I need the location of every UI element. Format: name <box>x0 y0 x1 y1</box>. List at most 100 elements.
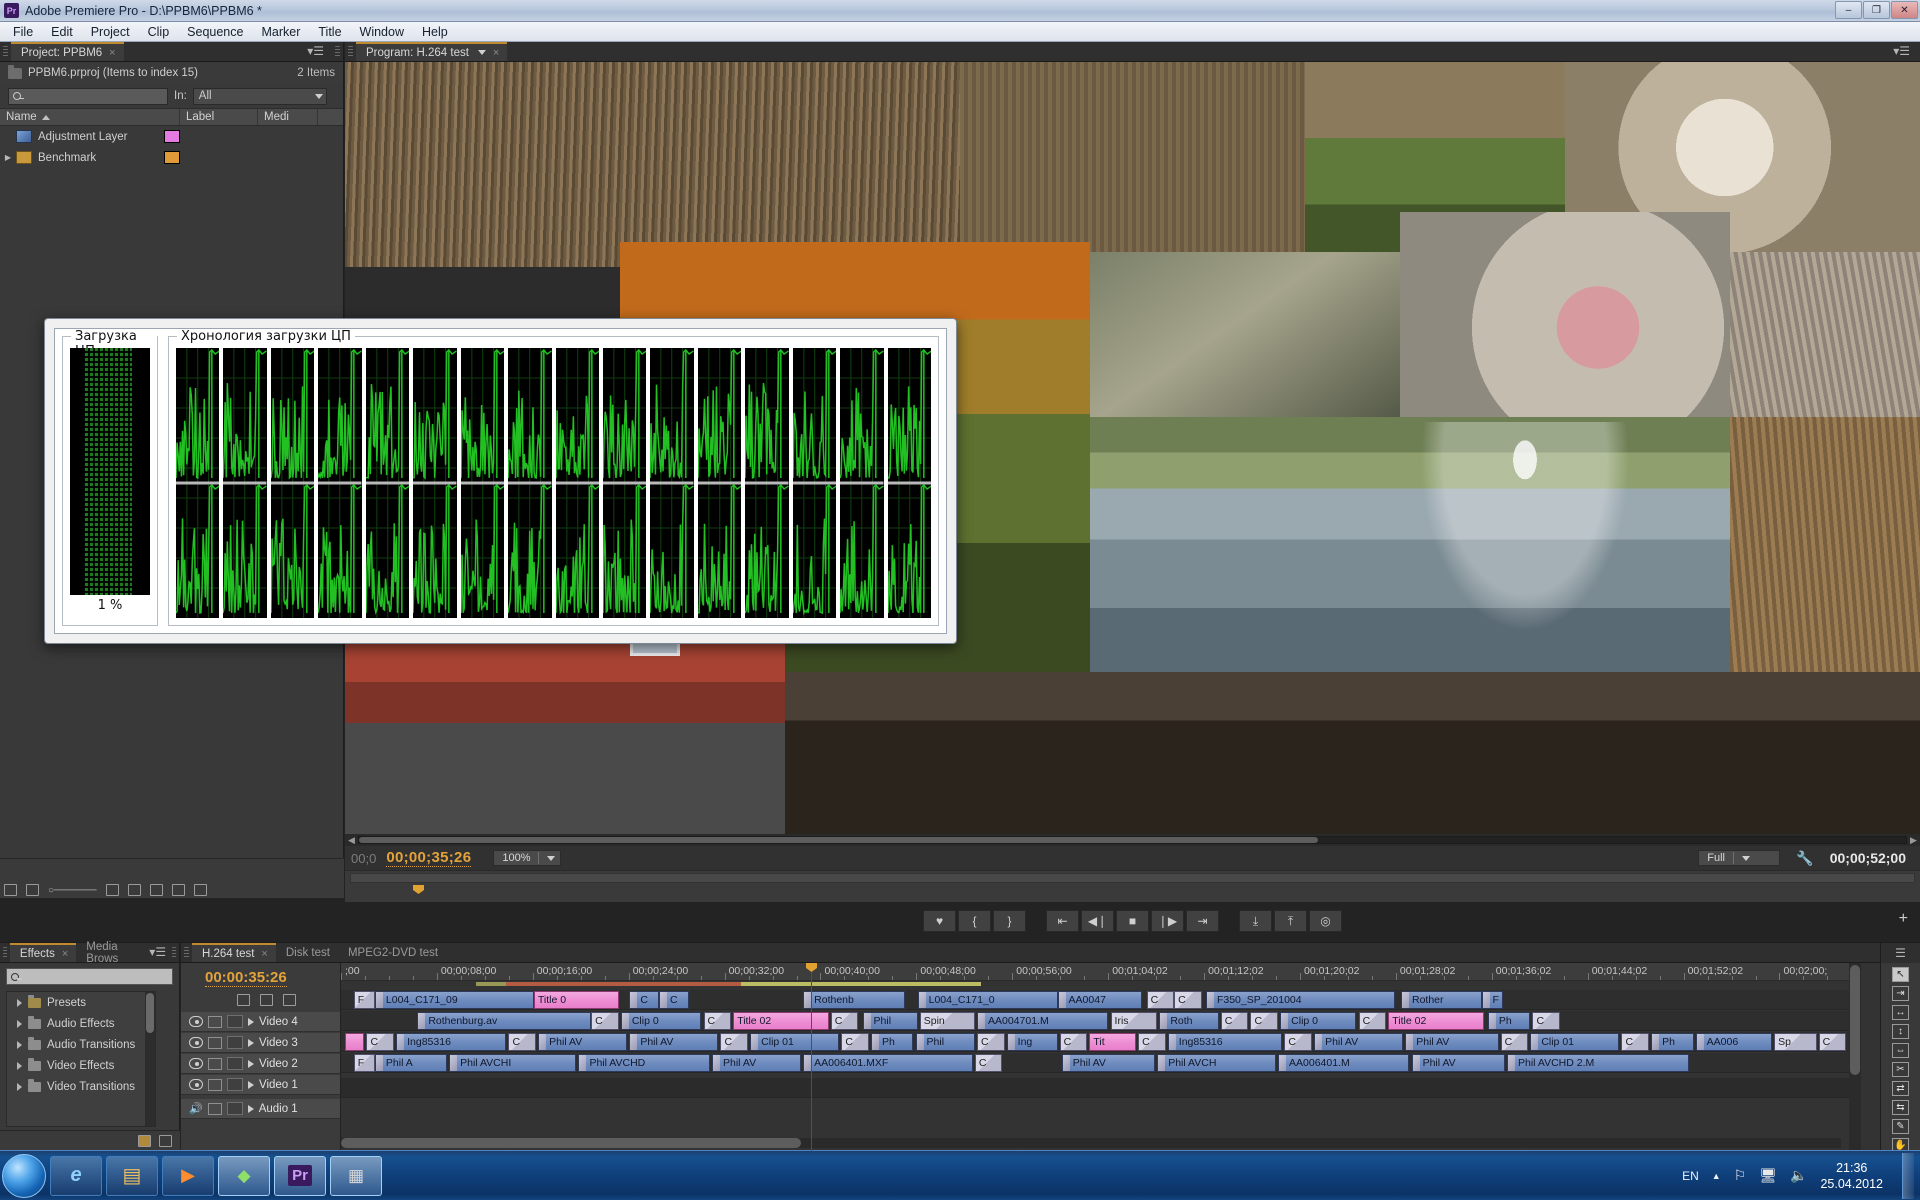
timeline-clip[interactable]: Phil AVCHD 2.M <box>1507 1054 1689 1072</box>
clock[interactable]: 21:36 25.04.2012 <box>1820 1160 1883 1192</box>
timeline-clip[interactable]: L004_C171_0 <box>918 991 1058 1009</box>
timeline-clip[interactable]: Sp <box>1774 1033 1816 1051</box>
clip-fade-handle[interactable] <box>1207 992 1214 1008</box>
chevron-down-icon[interactable] <box>478 50 486 55</box>
program-left-timecode[interactable]: 00;0 <box>351 851 376 866</box>
timeline-clip[interactable]: Title 02 <box>733 1012 828 1030</box>
ripple-edit-tool[interactable]: ↔ <box>1892 1005 1909 1020</box>
menu-item-edit[interactable]: Edit <box>42 23 82 41</box>
timeline-clip[interactable] <box>345 1033 364 1051</box>
close-icon[interactable]: × <box>261 948 267 960</box>
timeline-clip[interactable]: F <box>354 991 375 1009</box>
timeline-clip[interactable]: Ph <box>871 1033 913 1051</box>
speaker-icon[interactable]: 🔈 <box>1790 1167 1807 1184</box>
razor-tool[interactable]: ✂ <box>1892 1062 1909 1077</box>
sync-lock-toggle[interactable] <box>227 1057 243 1070</box>
scrollbar-thumb[interactable] <box>341 1138 801 1148</box>
program-current-timecode[interactable]: 00;00;35;26 <box>386 849 471 867</box>
panel-grip[interactable] <box>348 46 353 57</box>
disclosure-triangle[interactable] <box>17 999 22 1007</box>
network-icon[interactable]: 🖥 <box>1759 1167 1777 1184</box>
menu-item-marker[interactable]: Marker <box>252 23 309 41</box>
work-area-bar-yellow-2[interactable] <box>741 982 981 986</box>
timeline-clip[interactable]: C <box>1174 991 1202 1009</box>
clip-fade-handle[interactable] <box>1413 1055 1420 1071</box>
timeline-clip[interactable]: AA0047 <box>1058 991 1143 1009</box>
clip-fade-handle[interactable] <box>1508 1055 1515 1071</box>
clip-fade-handle[interactable] <box>660 992 667 1008</box>
disclosure-triangle[interactable] <box>17 1020 22 1028</box>
tab-project-ppbm6[interactable]: Project: PPBM6 × <box>11 42 124 61</box>
timeline-clip[interactable]: AA006401.MXF <box>803 1054 973 1072</box>
disclosure-triangle[interactable] <box>248 1060 254 1068</box>
clip-fade-handle[interactable] <box>1008 1034 1015 1050</box>
work-area-bar[interactable] <box>350 873 1915 883</box>
column-header-media[interactable]: Medi <box>258 109 318 125</box>
timeline-clip[interactable]: F <box>1482 991 1503 1009</box>
maximize-button[interactable]: ❐ <box>1863 1 1890 19</box>
clip-fade-handle[interactable] <box>1402 992 1409 1008</box>
timeline-clip[interactable]: Ing85316 <box>396 1033 506 1051</box>
track-video-3[interactable]: Rothenburg.avCClip 0CTitle 02CPhilSpinAA… <box>341 1011 1861 1031</box>
disclosure-triangle[interactable]: ▶ <box>0 153 16 162</box>
step-back-button[interactable]: ◀❘ <box>1081 910 1114 932</box>
pen-tool[interactable]: ✎ <box>1892 1119 1909 1134</box>
disclosure-triangle[interactable] <box>248 1039 254 1047</box>
track-header-video-3[interactable]: Video 3 <box>181 1033 340 1053</box>
menu-item-clip[interactable]: Clip <box>139 23 179 41</box>
timeline-clip[interactable]: Phil AV <box>538 1033 627 1051</box>
timeline-clip[interactable]: F350_SP_201004 <box>1206 991 1395 1009</box>
timeline-tracks-area[interactable]: ;0000;00;08;0000;00;16;0000;00;24;0000;0… <box>341 963 1861 1151</box>
track-video-4[interactable]: FL004_C171_09Title 0CCRothenbL004_C171_0… <box>341 990 1861 1010</box>
menu-item-help[interactable]: Help <box>413 23 457 41</box>
timeline-clip[interactable]: C <box>1284 1033 1312 1051</box>
eye-icon[interactable] <box>189 1079 203 1090</box>
timeline-clip[interactable]: Rother <box>1401 991 1482 1009</box>
scroll-right-arrow[interactable]: ▶ <box>1907 835 1920 846</box>
timeline-clip[interactable]: C <box>1221 1012 1249 1030</box>
internet-explorer-button[interactable]: e <box>50 1156 102 1196</box>
app-green-button[interactable]: ◆ <box>218 1156 270 1196</box>
effects-item-audio-effects[interactable]: Audio Effects <box>7 1013 155 1034</box>
tab-effects[interactable]: Effects × <box>10 943 76 962</box>
scrollbar-thumb[interactable] <box>359 837 1318 843</box>
effects-item-presets[interactable]: Presets <box>7 992 155 1013</box>
clip-fade-handle[interactable] <box>1483 992 1490 1008</box>
clip-fade-handle[interactable] <box>713 1055 720 1071</box>
clip-fade-handle[interactable] <box>1063 1055 1070 1071</box>
panel-grip[interactable] <box>184 947 189 958</box>
extract-button[interactable]: ⤒ <box>1274 910 1307 932</box>
track-select-tool[interactable]: ⇥ <box>1892 986 1909 1001</box>
project-row-adjustment-layer[interactable]: Adjustment Layer <box>0 126 343 147</box>
timeline-clip[interactable]: Phil AV <box>1062 1054 1155 1072</box>
timeline-clip[interactable]: Spin <box>920 1012 975 1030</box>
snap-toggle-icon[interactable] <box>237 994 250 1006</box>
new-bin-icon[interactable] <box>150 884 163 896</box>
clip-fade-handle[interactable] <box>1279 1055 1286 1071</box>
clip-fade-handle[interactable] <box>450 1055 457 1071</box>
clip-fade-handle[interactable] <box>397 1034 404 1050</box>
menu-item-title[interactable]: Title <box>309 23 350 41</box>
track-video-2[interactable]: CIng85316CPhil AVPhil AVCClip 01CPhPhilC… <box>341 1032 1861 1052</box>
track-audio-1[interactable] <box>341 1078 1861 1098</box>
clip-fade-handle[interactable] <box>1059 992 1066 1008</box>
wrench-icon[interactable]: 🔧 <box>1796 850 1813 867</box>
project-row-benchmark[interactable]: ▶ Benchmark <box>0 147 343 168</box>
task-manager-button[interactable]: ▦ <box>330 1156 382 1196</box>
play-stop-button[interactable]: ■ <box>1116 910 1149 932</box>
list-view-icon[interactable] <box>4 884 17 896</box>
timeline-clip[interactable]: Phil <box>863 1012 918 1030</box>
effects-item-video-transitions[interactable]: Video Transitions <box>7 1076 155 1097</box>
timeline-clip[interactable]: Roth <box>1159 1012 1218 1030</box>
panel-grip[interactable] <box>3 947 7 958</box>
timeline-clip[interactable]: C <box>1621 1033 1649 1051</box>
scrollbar-thumb[interactable] <box>146 993 154 1033</box>
disclosure-triangle[interactable] <box>17 1041 22 1049</box>
menu-item-file[interactable]: File <box>4 23 42 41</box>
timeline-clip[interactable]: C <box>1501 1033 1529 1051</box>
timeline-clip[interactable]: C <box>1532 1012 1560 1030</box>
panel-menu-icon[interactable]: ☰ <box>1895 946 1906 960</box>
label-color-swatch[interactable] <box>164 151 180 164</box>
disclosure-triangle[interactable] <box>248 1018 254 1026</box>
lock-icon[interactable] <box>208 1103 222 1115</box>
